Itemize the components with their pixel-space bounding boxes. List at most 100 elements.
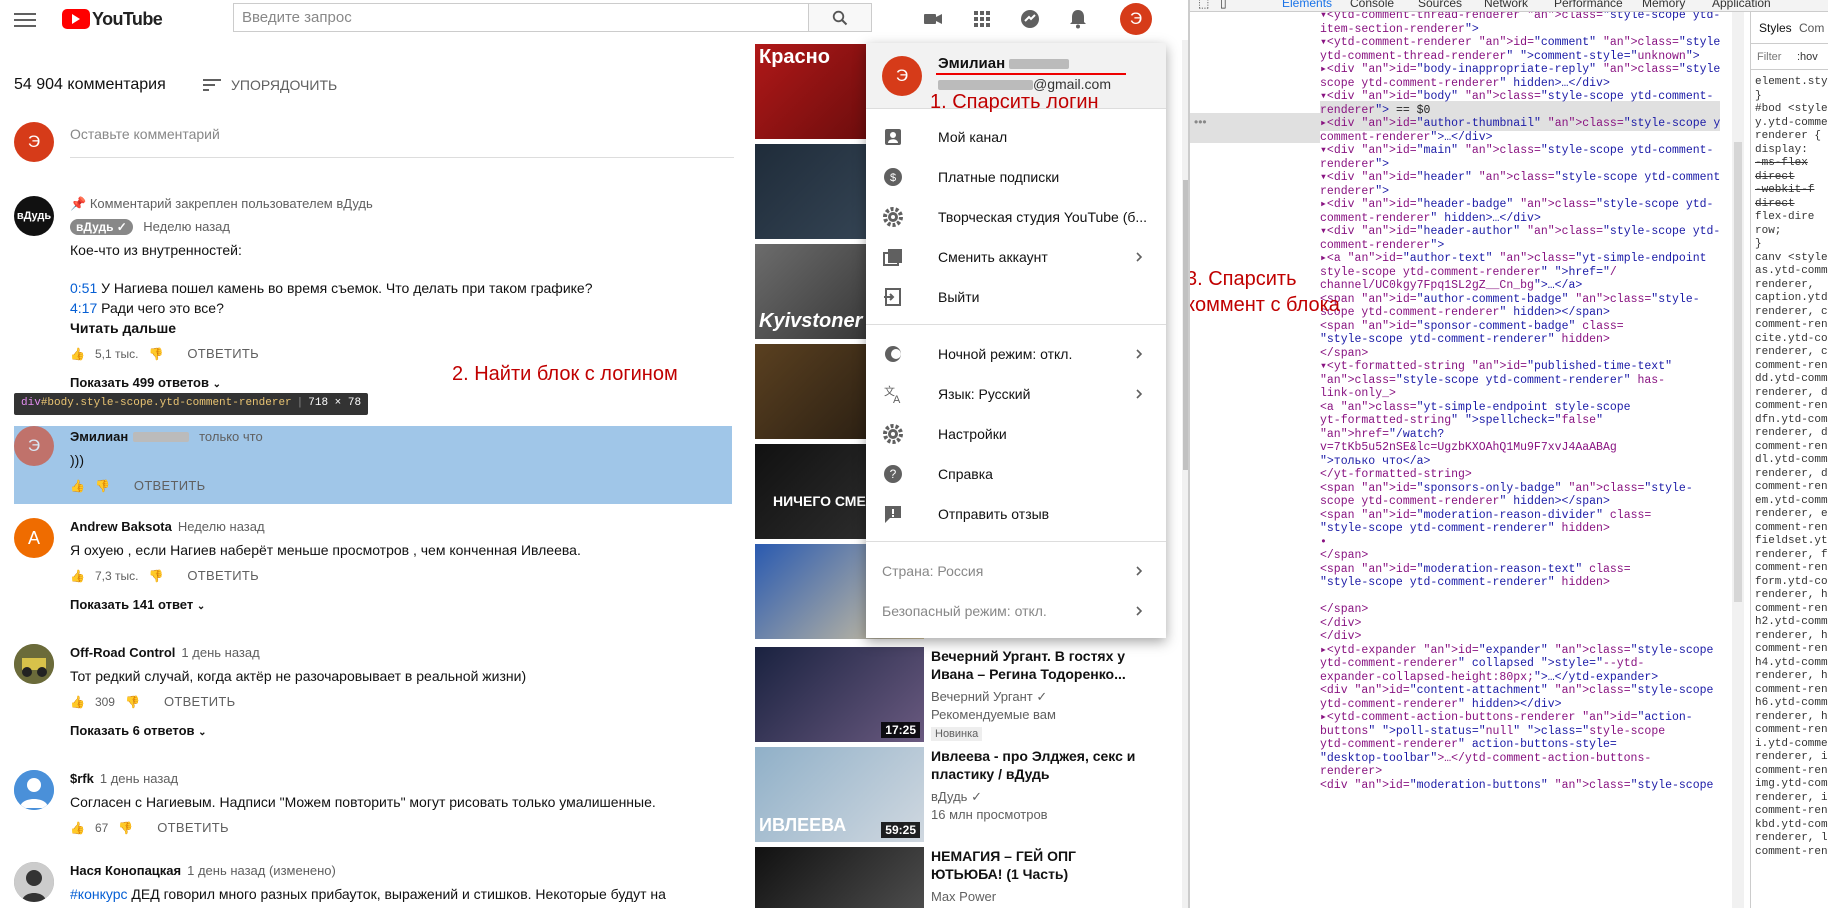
elements-tree[interactable]: ▾<ytd-comment-thread-renderer "an">class… <box>1320 12 1720 908</box>
dislike-icon[interactable]: 👎 <box>148 347 163 361</box>
video-thumbnail[interactable]: ИВЛЕЕВА 59:25 <box>755 747 924 842</box>
author-badge[interactable]: вДудь ✓ <box>70 219 133 235</box>
comment-time[interactable]: 1 день назад (изменено) <box>187 863 336 878</box>
dom-node-line[interactable]: "style-scope ytd-comment-renderer" hidde… <box>1320 575 1610 591</box>
dislike-icon[interactable]: 👎 <box>148 569 163 583</box>
menu-item-paid[interactable]: $ Платные подписки <box>866 157 1166 197</box>
menu-item-language[interactable]: 文A Язык: Русский <box>866 374 1166 414</box>
hashtag-link[interactable]: #конкурс <box>70 886 128 902</box>
reply-button[interactable]: ОТВЕТИТЬ <box>187 568 259 583</box>
comment-avatar[interactable] <box>14 644 54 684</box>
video-info[interactable]: Ивлеева - про Элджея, секс и пластику / … <box>931 747 1151 824</box>
studio-gear-icon <box>882 206 904 228</box>
comment-author[interactable]: Andrew Baksota <box>70 519 172 534</box>
tab-console[interactable]: Console <box>1350 0 1394 10</box>
video-info[interactable]: Вечерний Ургант. В гостях у Ивана – Реги… <box>931 647 1151 742</box>
create-video-icon[interactable] <box>922 8 944 30</box>
tab-performance[interactable]: Performance <box>1554 0 1623 10</box>
comment-author[interactable]: $rfk <box>70 771 94 786</box>
masthead: YouTube Введите запрос Э <box>0 0 1188 40</box>
menu-item-my-channel[interactable]: Мой канал <box>866 117 1166 157</box>
menu-item-safe-mode[interactable]: Безопасный режим: откл. <box>866 591 1166 631</box>
tab-computed[interactable]: Com <box>1799 21 1824 36</box>
reply-button[interactable]: ОТВЕТИТЬ <box>164 694 236 709</box>
vdud-avatar[interactable]: вДудь <box>14 196 54 236</box>
comment-author[interactable]: Off-Road Control <box>70 645 175 660</box>
comment-time[interactable]: 1 день назад <box>100 771 178 786</box>
comment-author[interactable]: Эмилиан <box>70 429 128 444</box>
sort-button[interactable]: УПОРЯДОЧИТЬ <box>203 76 337 94</box>
video-thumbnail[interactable]: 17:25 <box>755 647 924 742</box>
like-icon[interactable]: 👍 <box>70 695 85 709</box>
style-rule-line: comment-rend <box>1755 481 1828 493</box>
account-menu: Э Эмилиан @gmail.com 1. Спарсить логин М… <box>866 43 1166 638</box>
tab-network[interactable]: Network <box>1484 0 1528 10</box>
menu-item-dark-mode[interactable]: Ночной режим: откл. <box>866 334 1166 374</box>
annotation-parse-comment: 3. Спарсить коммент с блока <box>1188 268 1340 316</box>
video-info[interactable]: НЕМАГИЯ – ГЕЙ ОПГ ЮТЬЮБА! (1 Часть) Max … <box>931 847 1151 906</box>
video-title[interactable]: Вечерний Ургант. В гостях у Ивана – Реги… <box>931 647 1151 683</box>
dislike-icon[interactable]: 👎 <box>95 479 110 493</box>
elements-gutter: ••• <box>1190 12 1320 908</box>
comment-avatar[interactable] <box>14 770 54 810</box>
menu-icon[interactable] <box>14 10 36 28</box>
search-input[interactable]: Введите запрос <box>233 3 809 32</box>
comment-time[interactable]: 1 день назад <box>181 645 259 660</box>
dislike-icon[interactable]: 👎 <box>125 695 140 709</box>
like-icon[interactable]: 👍 <box>70 347 85 361</box>
account-avatar-button[interactable]: Э <box>1120 3 1152 35</box>
tab-application[interactable]: Application <box>1712 0 1771 10</box>
styles-filter[interactable]: Filter :hov <box>1751 44 1828 70</box>
video-channel: Вечерний Ургант ✓ <box>931 689 1048 704</box>
notifications-icon[interactable] <box>1067 8 1089 30</box>
search-button[interactable] <box>809 3 872 32</box>
video-title[interactable]: НЕМАГИЯ – ГЕЙ ОПГ ЮТЬЮБА! (1 Часть) <box>931 847 1151 883</box>
style-rule-line: comment-rend <box>1755 562 1828 574</box>
style-rule-line: h6.ytd-comme <box>1755 697 1828 709</box>
comment-time[interactable]: Неделю назад <box>143 219 230 234</box>
menu-item-settings[interactable]: Настройки <box>866 414 1166 454</box>
menu-item-switch-account[interactable]: Сменить аккаунт <box>866 237 1166 277</box>
tab-sources[interactable]: Sources <box>1418 0 1462 10</box>
comment-avatar[interactable]: Э <box>14 426 54 466</box>
inspect-icon[interactable]: ⬚ <box>1198 0 1209 10</box>
like-icon[interactable]: 👍 <box>70 821 85 835</box>
dislike-icon[interactable]: 👎 <box>118 821 133 835</box>
reply-button[interactable]: ОТВЕТИТЬ <box>157 820 229 835</box>
device-toggle-icon[interactable]: ▯ <box>1220 0 1227 10</box>
tab-styles[interactable]: Styles <box>1759 21 1792 36</box>
video-title[interactable]: Ивлеева - про Элджея, секс и пластику / … <box>931 747 1151 783</box>
tab-elements[interactable]: Elements <box>1282 0 1332 10</box>
menu-item-country[interactable]: Страна: Россия <box>866 551 1166 591</box>
menu-item-studio[interactable]: Творческая студия YouTube (б... <box>866 197 1166 237</box>
comment-author[interactable]: Нася Конопацкая <box>70 863 181 878</box>
comment-time[interactable]: Неделю назад <box>178 519 265 534</box>
style-rule-line: } <box>1755 89 1762 102</box>
add-comment-input[interactable]: Оставьте комментарий <box>70 126 734 158</box>
dom-node-line[interactable]: <div "an">id="moderation-buttons" "an">c… <box>1320 778 1713 794</box>
tab-memory[interactable]: Memory <box>1642 0 1685 10</box>
show-replies-button[interactable]: Показать 6 ответов ⌄ <box>70 723 730 738</box>
read-more-link[interactable]: Читать дальше <box>70 318 730 338</box>
timestamp-link[interactable]: 4:17 <box>70 300 97 316</box>
comment-time[interactable]: только что <box>199 429 263 444</box>
reply-button[interactable]: ОТВЕТИТЬ <box>134 478 206 493</box>
apps-icon[interactable] <box>971 8 993 30</box>
comment-avatar[interactable]: A <box>14 518 54 558</box>
timestamp-link[interactable]: 0:51 <box>70 280 97 296</box>
menu-item-feedback[interactable]: Отправить отзыв <box>866 494 1166 534</box>
like-icon[interactable]: 👍 <box>70 569 85 583</box>
dom-node-line[interactable]: "style-scope ytd-comment-renderer" hidde… <box>1320 521 1610 537</box>
video-meta: Рекомендуемые вам <box>931 707 1056 722</box>
messages-icon[interactable] <box>1019 8 1041 30</box>
menu-item-help[interactable]: ? Справка <box>866 454 1166 494</box>
like-icon[interactable]: 👍 <box>70 479 85 493</box>
style-rule-line: dl.ytd-comme <box>1755 454 1828 466</box>
video-thumbnail[interactable] <box>755 847 924 908</box>
elements-scrollbar[interactable] <box>1732 12 1744 908</box>
reply-button[interactable]: ОТВЕТИТЬ <box>187 346 259 361</box>
menu-item-sign-out[interactable]: Выйти <box>866 277 1166 317</box>
comment-avatar[interactable] <box>14 862 54 902</box>
show-replies-button[interactable]: Показать 141 ответ ⌄ <box>70 597 730 612</box>
youtube-logo[interactable]: YouTube <box>62 6 163 32</box>
